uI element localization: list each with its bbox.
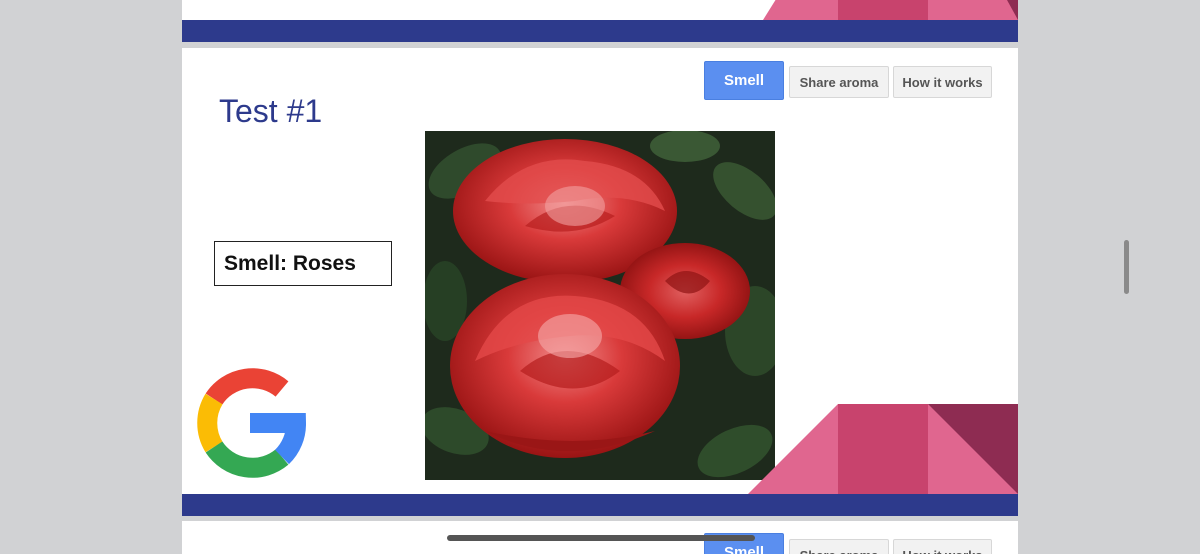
slide-bottom-bar xyxy=(182,494,1018,516)
next-how-it-works-button[interactable]: How it works xyxy=(893,539,992,554)
roses-photo xyxy=(425,131,775,480)
pink-corner-decoration-top xyxy=(763,0,1018,20)
google-logo-icon xyxy=(197,368,306,478)
next-share-aroma-button[interactable]: Share aroma xyxy=(789,539,889,554)
smell-label-text: Smell: Roses xyxy=(224,251,356,275)
main-slide: Smell Share aroma How it works Test #1 S… xyxy=(182,48,1018,516)
smell-label-box: Smell: Roses xyxy=(214,241,392,286)
slide-title: Test #1 xyxy=(219,93,323,129)
home-indicator[interactable] xyxy=(447,535,755,541)
scrollbar-thumb[interactable] xyxy=(1124,240,1129,294)
share-aroma-button[interactable]: Share aroma xyxy=(789,66,889,98)
smell-button[interactable]: Smell xyxy=(704,61,784,100)
how-it-works-button[interactable]: How it works xyxy=(893,66,992,98)
slide-bottom-bar xyxy=(182,20,1018,42)
pink-corner-decoration xyxy=(748,404,1018,494)
previous-slide xyxy=(182,0,1018,42)
